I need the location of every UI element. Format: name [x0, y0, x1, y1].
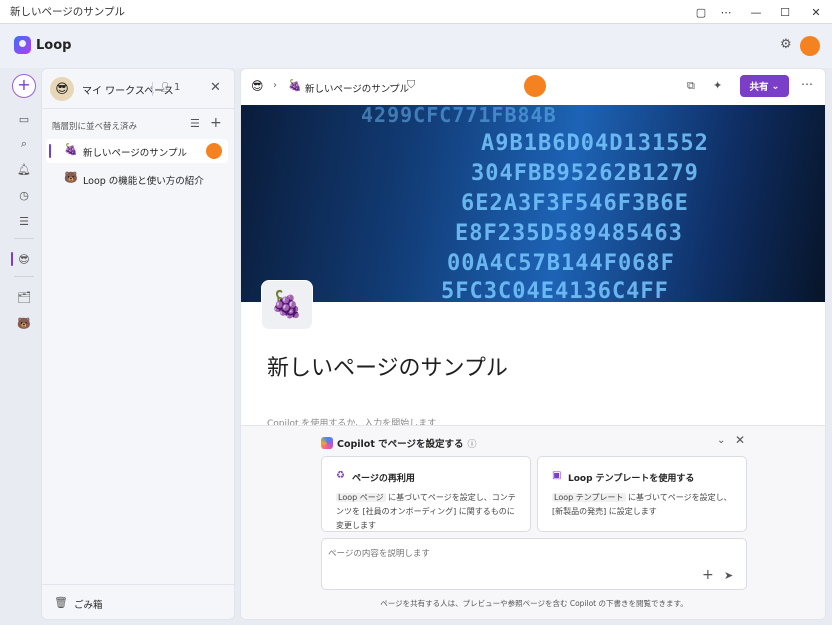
sort-label: 階層別に並べ替え済み	[52, 122, 138, 132]
card-tag: Loop ページ	[336, 493, 386, 502]
copilot-prompt-box[interactable]: + ➤	[321, 538, 747, 590]
page-list-label: Loop の機能と使い方の紹介	[83, 176, 204, 187]
card-title: ページの再利用	[352, 474, 415, 484]
sort-row: 階層別に並べ替え済み ☰ +	[42, 115, 234, 133]
chevron-down-icon: ⌄	[771, 80, 780, 92]
cover-code-line: 4299CFC771FB84B	[361, 105, 557, 127]
home-panel-icon[interactable]: ▭	[14, 110, 34, 128]
cover-image[interactable]: 4299CFC771FB84B A9B1B6D04D131552 304FBB9…	[241, 105, 825, 302]
filter-icon[interactable]: ☰	[190, 117, 200, 130]
trash-label: ごみ箱	[74, 600, 103, 611]
selected-indicator	[49, 144, 51, 158]
loop-workspace-icon[interactable]: 🗂︎	[14, 288, 34, 306]
rail-divider	[14, 238, 34, 239]
use-template-card[interactable]: ▣ Loop テンプレートを使用する Loop テンプレート に基づいてページを…	[537, 456, 747, 532]
page-toolbar: 😎 › 🍇 新しいページのサンプル ⌄ ⛉ ⧉ ✦ 共有 ⌄ ⋯	[241, 69, 825, 105]
user-avatar[interactable]	[800, 36, 820, 56]
recent-clock-icon[interactable]: ◷	[14, 186, 34, 204]
card-description: Loop ページ に基づいてページを設定し、コンテンツを [社員のオンボーディン…	[336, 491, 520, 533]
members-icon: 👤︎	[159, 82, 172, 93]
trash-icon: 🗑︎	[54, 596, 68, 609]
settings-gear-icon[interactable]: ⚙	[780, 37, 792, 52]
grapes-icon: 🍇	[64, 143, 78, 156]
close-window-button[interactable]: ✕	[801, 0, 831, 24]
card-title: Loop テンプレートを使用する	[568, 474, 695, 484]
copilot-disclaimer: ページを共有する人は、プレビューや参照ページを含む Copilot の下書きを閲…	[380, 599, 688, 608]
page-list-item[interactable]: 🍇 新しいページのサンプル	[46, 139, 228, 163]
send-icon[interactable]: ➤	[724, 569, 733, 582]
close-panel-icon[interactable]: ✕	[210, 80, 221, 95]
member-count: 1	[174, 82, 181, 93]
cover-code-line: 304FBB95262B1279	[471, 161, 699, 186]
copilot-setup-panel: Copilot でページを設定する ⓘ ⌄ ✕ ♻︎ ページの再利用 Loop …	[241, 425, 825, 619]
collaborator-avatar[interactable]	[524, 75, 546, 97]
copilot-prompt-input[interactable]	[328, 549, 628, 559]
chevron-down-icon[interactable]: ⌄	[388, 80, 396, 90]
create-new-button[interactable]: +	[12, 74, 36, 98]
grapes-icon: 🍇	[270, 290, 304, 320]
card-tag: Loop テンプレート	[552, 493, 626, 502]
collapse-icon[interactable]: ⌄	[717, 435, 725, 446]
window-titlebar: 新しいページのサンプル ▢ ⋯ — ☐ ✕	[0, 0, 832, 24]
cover-code-line: A9B1B6D04D131552	[481, 131, 709, 156]
cover-code-line: E8F235D589485463	[455, 221, 683, 246]
app-logo[interactable]: Loop	[14, 36, 71, 54]
workspace-panel: 😎 マイ ワークスペース 👤︎ 1 ✕ 階層別に並べ替え済み ☰ + 🍇 新しい…	[41, 68, 235, 620]
close-icon[interactable]: ✕	[735, 433, 745, 447]
add-page-icon[interactable]: +	[210, 115, 222, 131]
recycle-icon: ♻︎	[336, 470, 345, 481]
more-options-icon[interactable]: ⋯	[801, 77, 813, 91]
card-description: Loop テンプレート に基づいてページを設定し、[新製品の発売] に設定します	[552, 491, 736, 519]
workspace-avatar[interactable]: 😎	[50, 77, 74, 101]
breadcrumb-grapes-icon: 🍇	[288, 79, 302, 92]
copilot-icon[interactable]: ✦	[713, 79, 722, 92]
left-rail: + ▭ ⌕ 🔔︎ ◷ ☰ 😎 🗂︎ 🐻	[0, 68, 40, 625]
cover-code-line: 6E2A3F3F546F3B6E	[461, 191, 689, 216]
page-title[interactable]: 新しいページのサンプル	[267, 350, 508, 382]
shield-icon[interactable]: ⛉	[407, 78, 415, 92]
app-name: Loop	[36, 37, 72, 53]
page-list-item[interactable]: 🐻 Loop の機能と使い方の紹介	[46, 167, 228, 191]
rail-divider	[14, 276, 34, 277]
workspace-members[interactable]: 👤︎ 1	[159, 82, 180, 93]
presence-avatar	[206, 143, 222, 159]
header-divider	[152, 82, 153, 96]
notifications-bell-icon[interactable]: 🔔︎	[14, 160, 34, 178]
breadcrumb-workspace-icon[interactable]: 😎	[251, 79, 264, 93]
workspace-sunglasses-icon[interactable]: 😎	[14, 250, 34, 268]
info-icon[interactable]: ⓘ	[468, 437, 477, 450]
maximize-button[interactable]: ☐	[770, 0, 800, 24]
workspace-header: 😎 マイ ワークスペース 👤︎ 1 ✕	[42, 69, 234, 109]
search-icon[interactable]: ⌕	[14, 135, 34, 153]
copilot-title: Copilot でページを設定する	[337, 439, 464, 450]
share-button[interactable]: 共有 ⌄	[740, 75, 789, 97]
cover-code-line: 5FC3C04E4136C4FF	[441, 279, 669, 302]
attach-plus-icon[interactable]: +	[702, 567, 714, 583]
app-header: Loop ⚙	[0, 24, 832, 68]
reuse-page-card[interactable]: ♻︎ ページの再利用 Loop ページ に基づいてページを設定し、コンテンツを …	[321, 456, 531, 532]
trash-item[interactable]: 🗑︎ ごみ箱	[42, 584, 234, 620]
rail-active-indicator	[11, 252, 13, 266]
share-label: 共有	[749, 82, 769, 93]
minimize-button[interactable]: —	[741, 0, 771, 24]
notes-icon[interactable]: ☰	[14, 212, 34, 230]
window-more-icon[interactable]: ⋯	[711, 0, 741, 24]
bear-icon: 🐻	[64, 171, 78, 184]
template-icon: ▣	[552, 470, 562, 481]
window-title: 新しいページのサンプル	[10, 6, 125, 18]
page-canvas: 😎 › 🍇 新しいページのサンプル ⌄ ⛉ ⧉ ✦ 共有 ⌄ ⋯ 4299CFC…	[240, 68, 826, 620]
breadcrumb-chevron-icon: ›	[273, 80, 277, 91]
copilot-logo-icon	[321, 437, 333, 449]
page-icon[interactable]: 🍇	[261, 280, 313, 330]
copilot-header: Copilot でページを設定する ⓘ	[321, 436, 477, 450]
workspace-bear-icon[interactable]: 🐻	[14, 314, 34, 332]
components-icon[interactable]: ⧉	[687, 79, 695, 93]
page-list-label: 新しいページのサンプル	[83, 148, 188, 159]
loop-logo-icon	[14, 36, 31, 54]
cover-code-line: 00A4C57B144F068F	[447, 251, 675, 276]
